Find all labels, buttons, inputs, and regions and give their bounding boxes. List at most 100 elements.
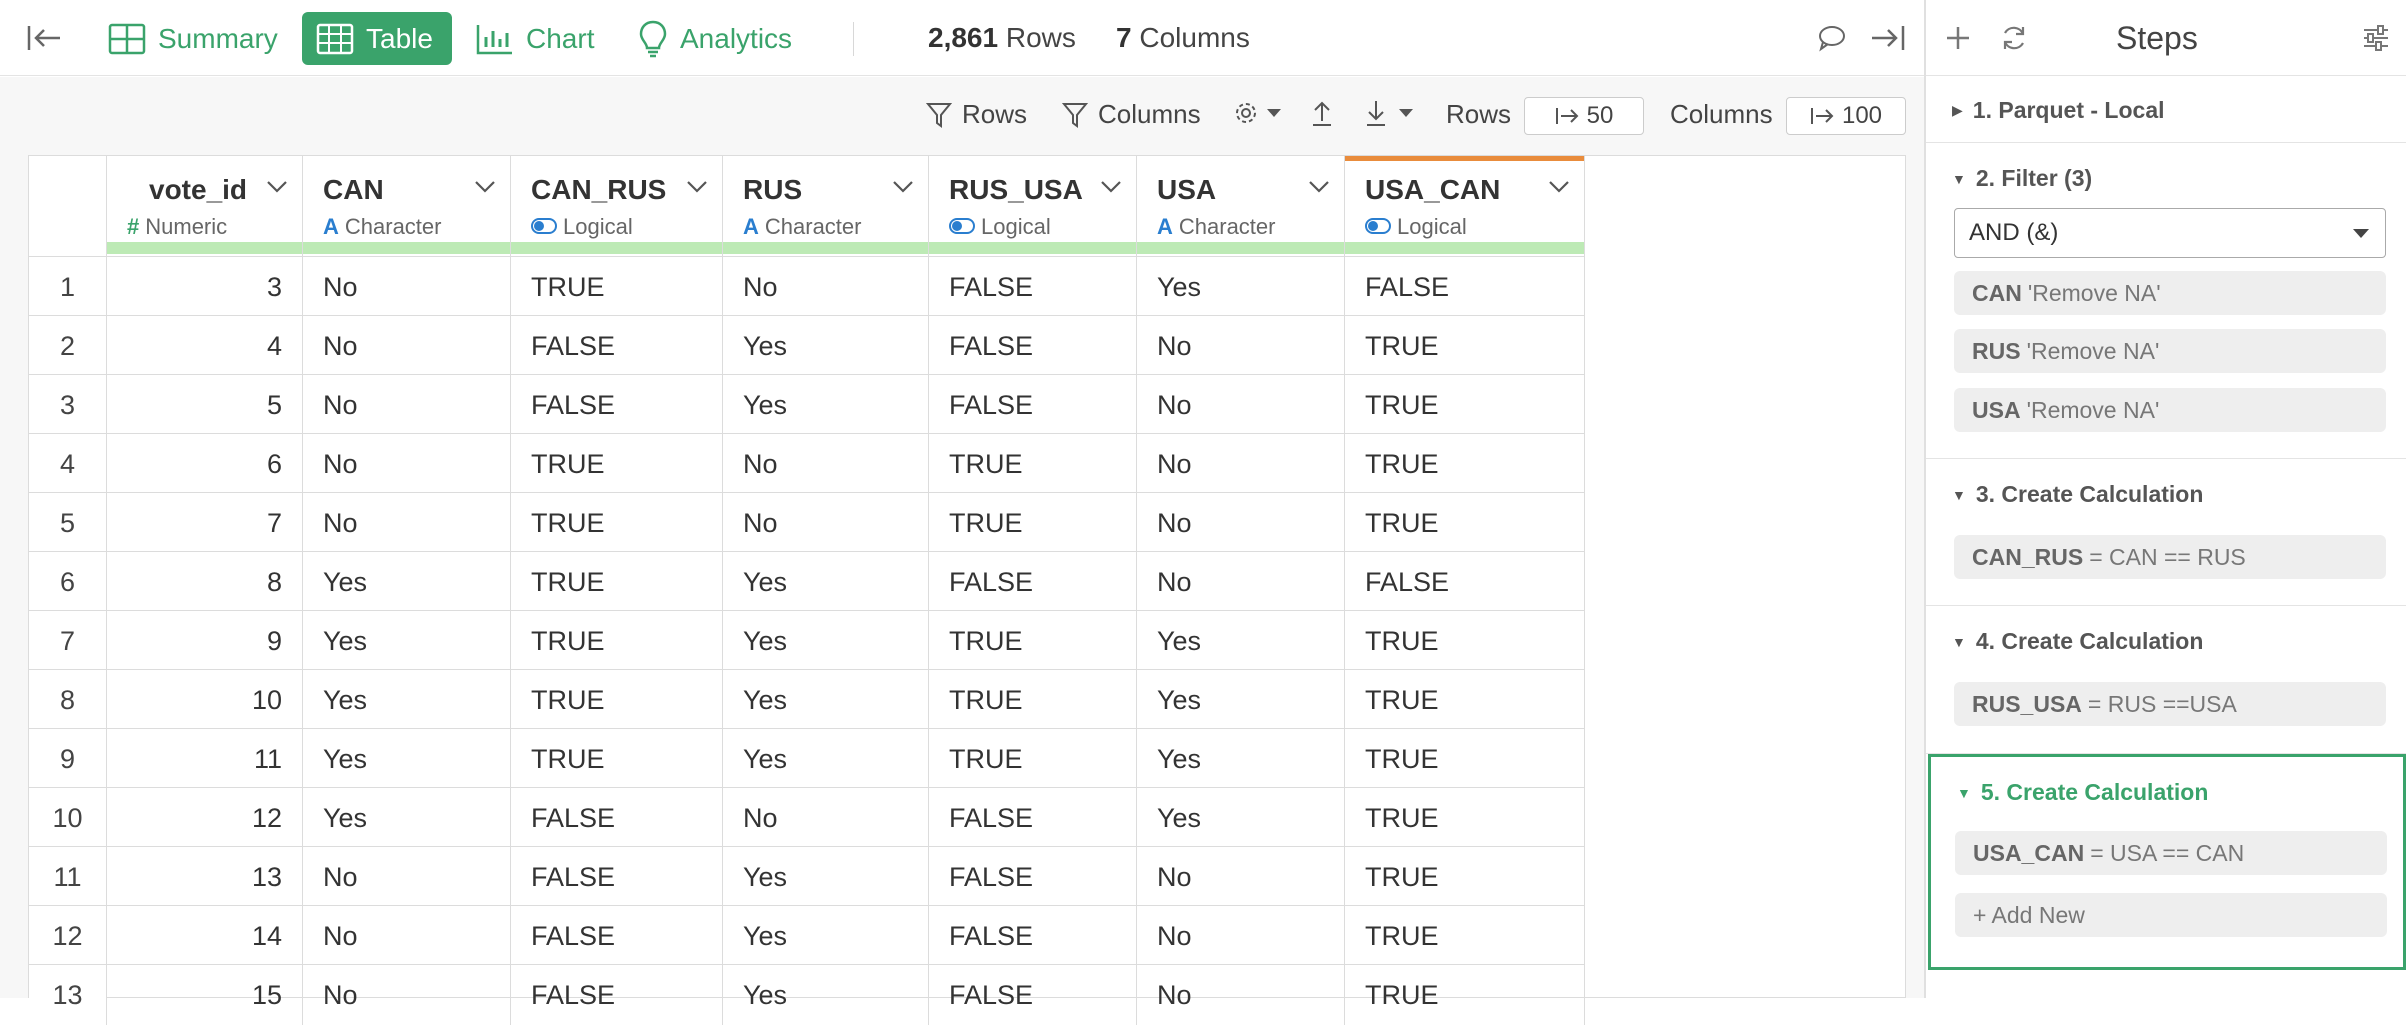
download-dropdown[interactable]: [1364, 99, 1424, 127]
filter-condition[interactable]: USA 'Remove NA': [1954, 388, 2386, 432]
table-cell[interactable]: TRUE: [929, 434, 1137, 494]
table-cell[interactable]: TRUE: [1345, 847, 1585, 907]
table-cell[interactable]: No: [303, 847, 511, 907]
table-cell[interactable]: No: [1137, 493, 1345, 553]
calculation-expression[interactable]: USA_CAN = USA == CAN: [1955, 831, 2387, 875]
table-cell[interactable]: TRUE: [1345, 611, 1585, 671]
table-cell[interactable]: TRUE: [929, 729, 1137, 789]
chevron-down-icon[interactable]: [266, 180, 288, 199]
tab-summary[interactable]: Summary: [94, 12, 292, 65]
table-cell[interactable]: FALSE: [929, 788, 1137, 848]
table-cell[interactable]: Yes: [723, 552, 929, 612]
table-cell[interactable]: No: [1137, 552, 1345, 612]
table-cell[interactable]: No: [1137, 434, 1345, 494]
table-cell[interactable]: Yes: [723, 729, 929, 789]
table-cell[interactable]: TRUE: [1345, 788, 1585, 848]
table-cell[interactable]: FALSE: [511, 906, 723, 966]
chevron-down-icon[interactable]: [686, 180, 708, 199]
column-header-can-rus[interactable]: CAN_RUS Logical: [511, 156, 723, 256]
table-cell[interactable]: Yes: [723, 670, 929, 730]
calculation-expression[interactable]: CAN_RUS = CAN == RUS: [1954, 535, 2386, 579]
comment-icon[interactable]: [1810, 18, 1854, 58]
chevron-down-icon[interactable]: [1100, 180, 1122, 199]
row-index[interactable]: 5: [29, 493, 107, 553]
table-cell[interactable]: Yes: [1137, 257, 1345, 317]
filter-condition[interactable]: CAN 'Remove NA': [1954, 271, 2386, 315]
table-cell[interactable]: Yes: [723, 375, 929, 435]
table-cell[interactable]: TRUE: [1345, 375, 1585, 435]
table-cell[interactable]: TRUE: [511, 729, 723, 789]
row-index[interactable]: 2: [29, 316, 107, 376]
table-cell[interactable]: No: [1137, 316, 1345, 376]
table-cell[interactable]: Yes: [723, 965, 929, 1025]
table-cell[interactable]: Yes: [303, 670, 511, 730]
row-index[interactable]: 6: [29, 552, 107, 612]
table-cell[interactable]: TRUE: [511, 257, 723, 317]
table-cell[interactable]: No: [723, 788, 929, 848]
settings-sliders-icon[interactable]: [2356, 18, 2396, 58]
table-cell[interactable]: TRUE: [1345, 965, 1585, 1025]
table-cell[interactable]: No: [303, 493, 511, 553]
table-cell[interactable]: No: [303, 375, 511, 435]
table-cell[interactable]: FALSE: [1345, 257, 1585, 317]
column-header-vote-id[interactable]: vote_id # Numeric: [107, 156, 303, 256]
upload-icon[interactable]: [1310, 99, 1344, 127]
table-cell[interactable]: FALSE: [929, 847, 1137, 907]
row-index[interactable]: 7: [29, 611, 107, 671]
chevron-down-icon[interactable]: [892, 180, 914, 199]
table-cell[interactable]: Yes: [723, 611, 929, 671]
row-index[interactable]: 11: [29, 847, 107, 907]
table-cell[interactable]: TRUE: [1345, 729, 1585, 789]
chevron-down-icon[interactable]: [474, 180, 496, 199]
table-cell[interactable]: No: [303, 906, 511, 966]
table-cell[interactable]: No: [303, 965, 511, 1025]
column-header-can[interactable]: CAN A Character: [303, 156, 511, 256]
filter-operator-select[interactable]: AND (&): [1954, 208, 2386, 258]
table-cell[interactable]: 5: [107, 375, 303, 435]
chevron-down-icon[interactable]: [1548, 180, 1570, 199]
table-cell[interactable]: No: [1137, 906, 1345, 966]
table-cell[interactable]: FALSE: [511, 316, 723, 376]
table-cell[interactable]: FALSE: [511, 965, 723, 1025]
table-cell[interactable]: 13: [107, 847, 303, 907]
row-index[interactable]: 4: [29, 434, 107, 494]
tab-table[interactable]: Table: [302, 12, 452, 65]
step-create-calculation[interactable]: ▼ 3. Create Calculation CAN_RUS = CAN ==…: [1926, 459, 2406, 606]
row-index[interactable]: 12: [29, 906, 107, 966]
table-cell[interactable]: FALSE: [929, 552, 1137, 612]
row-index[interactable]: 10: [29, 788, 107, 848]
column-header-rus[interactable]: RUS A Character: [723, 156, 929, 256]
table-cell[interactable]: Yes: [1137, 729, 1345, 789]
table-cell[interactable]: Yes: [303, 552, 511, 612]
table-cell[interactable]: TRUE: [929, 493, 1137, 553]
rows-filter-button[interactable]: Rows: [926, 99, 1027, 130]
step-parquet-local[interactable]: ▶ 1. Parquet - Local: [1926, 77, 2406, 143]
table-cell[interactable]: No: [1137, 965, 1345, 1025]
table-cell[interactable]: FALSE: [511, 375, 723, 435]
table-cell[interactable]: No: [303, 257, 511, 317]
table-cell[interactable]: Yes: [303, 788, 511, 848]
table-cell[interactable]: 11: [107, 729, 303, 789]
table-cell[interactable]: 9: [107, 611, 303, 671]
add-new-button[interactable]: + Add New: [1955, 893, 2387, 937]
collapse-left-icon[interactable]: [22, 18, 66, 58]
table-cell[interactable]: TRUE: [511, 611, 723, 671]
table-cell[interactable]: FALSE: [929, 906, 1137, 966]
table-cell[interactable]: 7: [107, 493, 303, 553]
table-cell[interactable]: FALSE: [511, 788, 723, 848]
table-cell[interactable]: No: [723, 493, 929, 553]
collapse-right-icon[interactable]: [1866, 18, 1910, 58]
column-header-usa[interactable]: USA A Character: [1137, 156, 1345, 256]
table-cell[interactable]: No: [723, 257, 929, 317]
table-cell[interactable]: 3: [107, 257, 303, 317]
row-index[interactable]: 13: [29, 965, 107, 1025]
table-cell[interactable]: FALSE: [511, 847, 723, 907]
table-cell[interactable]: No: [1137, 847, 1345, 907]
table-cell[interactable]: Yes: [1137, 670, 1345, 730]
table-cell[interactable]: TRUE: [511, 434, 723, 494]
table-cell[interactable]: 10: [107, 670, 303, 730]
table-cell[interactable]: TRUE: [929, 670, 1137, 730]
table-cell[interactable]: FALSE: [1345, 552, 1585, 612]
table-cell[interactable]: TRUE: [1345, 906, 1585, 966]
table-cell[interactable]: TRUE: [1345, 493, 1585, 553]
